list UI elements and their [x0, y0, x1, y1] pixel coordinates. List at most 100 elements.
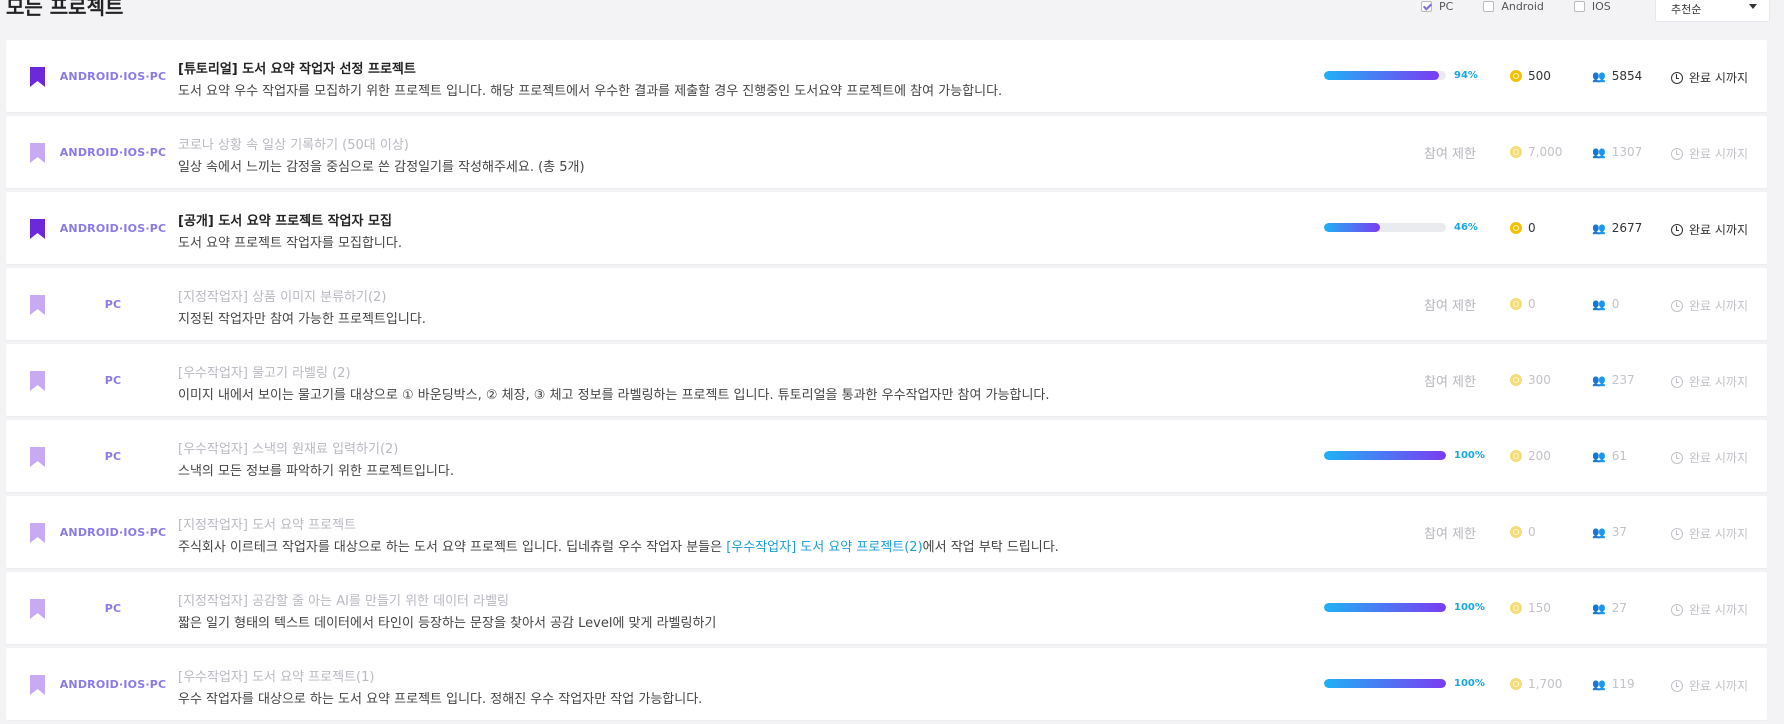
project-row[interactable]: ANDROID·IOS·PC [공개] 도서 요약 프로젝트 작업자 모집도서 요…: [6, 192, 1767, 264]
points-value: 500: [1528, 69, 1551, 83]
description-text: 에서 작업 부탁 드립니다.: [922, 540, 1059, 555]
project-row[interactable]: PC [지정작업자] 공감할 줄 아는 AI를 만들기 위한 데이터 라벨링 짧은 …: [6, 572, 1767, 644]
bookmark-icon[interactable]: [30, 599, 45, 619]
bookmark-icon[interactable]: [30, 143, 45, 163]
project-description: 도서 요약 프로젝트 작업자를 모집합니다.: [178, 236, 402, 251]
people-icon: 👥: [1592, 297, 1606, 311]
people-icon: 👥: [1592, 449, 1606, 463]
points-value: 300: [1528, 373, 1551, 387]
clock-icon: [1671, 527, 1683, 540]
points-stat: 0: [1510, 297, 1536, 311]
deadline-value: 완료 시까지: [1689, 603, 1749, 617]
project-title[interactable]: [튜토리얼] 도서 요약 작업자 선정 프로젝트: [178, 58, 416, 77]
filter-android[interactable]: Android: [1483, 0, 1544, 13]
platform-label: ANDROID·IOS·PC: [59, 526, 167, 539]
bookmark-icon[interactable]: [30, 295, 45, 315]
deadline-value: 완료 시까지: [1689, 147, 1749, 161]
project-title[interactable]: [공개] 도서 요약 프로젝트 작업자 모집: [178, 210, 392, 229]
project-title[interactable]: [우수작업자] 스낵의 원재료 입력하기(2): [178, 438, 398, 457]
bookmark-icon[interactable]: [30, 523, 45, 543]
points-stat: 150: [1510, 601, 1551, 615]
points-value: 200: [1528, 449, 1551, 463]
platform-label: ANDROID·IOS·PC: [59, 222, 167, 235]
deadline-value: 완료 시까지: [1689, 299, 1749, 313]
deadline-value: 완료 시까지: [1689, 527, 1749, 541]
progress-fill: [1324, 679, 1446, 688]
deadline-stat: 완료 시까지: [1671, 601, 1748, 618]
sort-selected: 추천순: [1671, 3, 1702, 16]
bookmark-icon[interactable]: [30, 67, 45, 87]
deadline-stat: 완료 시까지: [1671, 145, 1748, 162]
people-icon: 👥: [1592, 145, 1606, 159]
platform-label: ANDROID·IOS·PC: [59, 678, 167, 691]
progress-bar: [1324, 223, 1446, 232]
project-title[interactable]: [우수작업자] 물고기 라벨링 (2): [178, 362, 351, 381]
restricted-label: 참여 제한: [1424, 147, 1476, 162]
project-title[interactable]: [지정작업자] 상품 이미지 분류하기(2): [178, 286, 386, 305]
points-value: 0: [1528, 221, 1536, 235]
project-row[interactable]: ANDROID·IOS·PC [지정작업자] 도서 요약 프로젝트주식회사 이르테…: [6, 496, 1767, 568]
project-list: ANDROID·IOS·PC [튜토리얼] 도서 요약 작업자 선정 프로젝트도서…: [6, 40, 1767, 724]
progress-percent: 100%: [1454, 602, 1485, 613]
bookmark-icon[interactable]: [30, 219, 45, 239]
checkbox-icon[interactable]: [1483, 0, 1495, 12]
project-title[interactable]: 코로나 상황 속 일상 기록하기 (50대 이상): [178, 134, 409, 153]
progress-percent: 100%: [1454, 678, 1485, 689]
filter-label: PC: [1439, 0, 1454, 13]
sort-dropdown[interactable]: 추천순: [1655, 0, 1770, 22]
participants-stat: 👥 5854: [1592, 69, 1642, 83]
participants-stat: 👥 237: [1592, 373, 1635, 387]
project-description: 이미지 내에서 보이는 물고기를 대상으로 ① 바운딩박스, ② 체장, ③ 체…: [178, 388, 1050, 403]
project-row[interactable]: PC [우수작업자] 물고기 라벨링 (2) 이미지 내에서 보이는 물고기를 대상…: [6, 344, 1767, 416]
bookmark-icon[interactable]: [30, 371, 45, 391]
checkbox-icon[interactable]: [1421, 0, 1432, 12]
checkbox-icon[interactable]: [1573, 0, 1585, 12]
clock-icon: [1671, 299, 1683, 312]
participants-value: 61: [1611, 449, 1627, 463]
participants-value: 119: [1611, 677, 1635, 691]
filter-label: IOS: [1591, 0, 1611, 13]
project-description: 우수 작업자를 대상으로 하는 도서 요약 프로젝트 입니다. 정해진 우수 작…: [178, 692, 703, 707]
coin-icon: [1510, 146, 1522, 158]
deadline-stat: 완료 시까지: [1671, 69, 1748, 86]
project-title[interactable]: [지정작업자] 도서 요약 프로젝트: [178, 514, 356, 533]
top-bar: 모든 프로젝트 PC Android IOS 추천순: [0, 0, 1784, 22]
restricted-label: 참여 제한: [1424, 375, 1476, 390]
filter-pc[interactable]: PC: [1421, 0, 1453, 13]
page-title: 모든 프로젝트: [6, 0, 124, 19]
project-description: 주식회사 이르테크 작업자를 대상으로 하는 도서 요약 프로젝트 입니다. 딥…: [178, 536, 1059, 555]
participants-stat: 👥 119: [1592, 677, 1635, 691]
project-row[interactable]: ANDROID·IOS·PC 코로나 상황 속 일상 기록하기 (50대 이상) 일…: [6, 116, 1767, 188]
progress-fill: [1324, 71, 1439, 80]
project-row[interactable]: ANDROID·IOS·PC [우수작업자] 도서 요약 프로젝트(1) 우수 작업…: [6, 648, 1767, 720]
caret-down-icon: [1749, 4, 1757, 9]
project-title[interactable]: [우수작업자] 도서 요약 프로젝트(1): [178, 666, 374, 685]
progress-bar: [1324, 451, 1446, 460]
progress-fill: [1324, 603, 1446, 612]
coin-icon: [1510, 298, 1522, 310]
project-row[interactable]: PC [우수작업자] 스낵의 원재료 입력하기(2) 스낵의 모든 정보를 파악하기…: [6, 420, 1767, 492]
description-link[interactable]: [우수작업자] 도서 요약 프로젝트(2): [726, 540, 922, 555]
deadline-stat: 완료 시까지: [1671, 373, 1748, 390]
project-row[interactable]: PC [지정작업자] 상품 이미지 분류하기(2) 지정된 작업자만 참여 가능한 …: [6, 268, 1767, 340]
deadline-value: 완료 시까지: [1689, 679, 1749, 693]
progress-bar: [1324, 603, 1446, 612]
people-icon: 👥: [1592, 601, 1606, 615]
filter-label: Android: [1501, 0, 1544, 13]
bookmark-icon[interactable]: [30, 675, 45, 695]
filter-ios[interactable]: IOS: [1573, 0, 1611, 13]
points-stat: 200: [1510, 449, 1551, 463]
participants-stat: 👥 37: [1592, 525, 1627, 539]
project-description: 도서 요약 우수 작업자를 모집하기 위한 프로젝트 입니다. 해당 프로젝트에…: [178, 84, 1003, 99]
people-icon: 👥: [1592, 525, 1606, 539]
project-row[interactable]: ANDROID·IOS·PC [튜토리얼] 도서 요약 작업자 선정 프로젝트 도서…: [6, 40, 1767, 112]
bookmark-icon[interactable]: [30, 447, 45, 467]
participants-stat: 👥 2677: [1592, 221, 1642, 235]
project-description: 일상 속에서 느끼는 감정을 중심으로 쓴 감정일기를 작성해주세요. (총 5…: [178, 160, 585, 175]
deadline-stat: 완료 시까지: [1671, 297, 1748, 314]
progress-bar: [1324, 679, 1446, 688]
participants-value: 27: [1611, 601, 1627, 615]
deadline-stat: 완료 시까지: [1671, 221, 1748, 238]
project-title[interactable]: [지정작업자] 공감할 줄 아는 AI를 만들기 위한 데이터 라벨링: [178, 590, 509, 609]
participants-stat: 👥 61: [1592, 449, 1627, 463]
